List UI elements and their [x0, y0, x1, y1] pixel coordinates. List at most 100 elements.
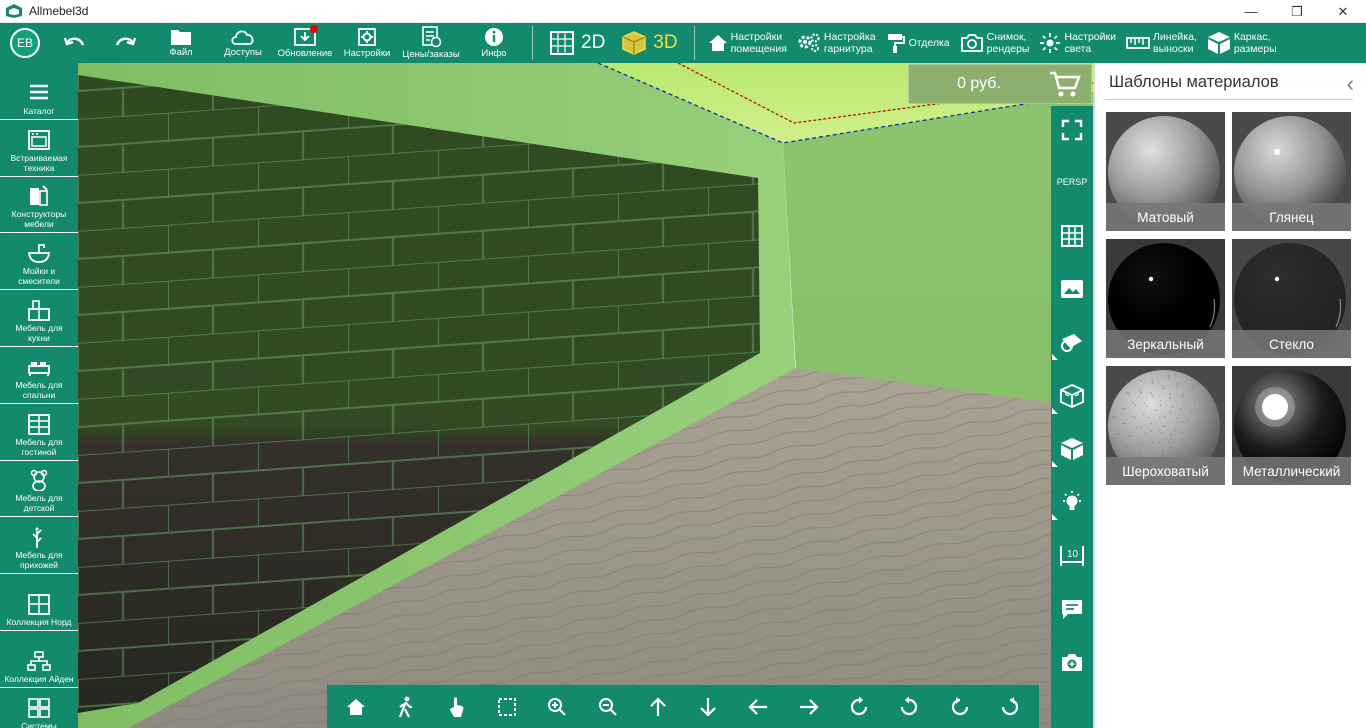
material-tile-rough[interactable]: Шероховатый: [1106, 366, 1225, 485]
settings-button[interactable]: Настройки: [336, 23, 398, 63]
frame-sizes-button[interactable]: Каркас, размеры: [1202, 23, 1282, 63]
rotate-ccw-vertical-button[interactable]: [940, 687, 980, 727]
settings-icon: [358, 28, 376, 46]
collapse-panel-icon[interactable]: ‹: [1347, 71, 1354, 97]
zoom-in-icon: [548, 697, 566, 716]
price-display[interactable]: 0 руб.: [908, 64, 1092, 104]
sidebar-item[interactable]: Мебель для детской: [0, 461, 78, 518]
grid-floor-button[interactable]: [1051, 216, 1093, 256]
sidebar-item-label: Мебель для: [15, 550, 63, 561]
finish-button[interactable]: Отделка: [881, 23, 955, 63]
sidebar-item[interactable]: Мебель для спальни: [0, 347, 78, 404]
sidebar-item[interactable]: Мебель для гостиной: [0, 404, 78, 461]
sidebar-item[interactable]: Каталог: [0, 63, 78, 120]
light-icon: [1040, 33, 1061, 53]
set-settings-button[interactable]: Настройка гарнитура: [792, 23, 881, 63]
toolbar-divider: [693, 26, 695, 60]
sidebar-item-label: мебели: [24, 219, 54, 230]
notification-dot-icon: [310, 25, 318, 33]
sidebar-item[interactable]: Системыхранения: [0, 688, 78, 728]
sidebar-item-label: спальни: [22, 389, 56, 400]
info-button[interactable]: Инфо: [464, 23, 524, 63]
move-right-button[interactable]: [789, 687, 829, 727]
redo-button[interactable]: [100, 23, 150, 63]
mode-2d-button[interactable]: 2D: [541, 23, 613, 63]
sidebar-item-label: Коллекция Норд: [6, 616, 72, 627]
light-settings-button[interactable]: Настройки света: [1034, 23, 1121, 63]
dimensions-button[interactable]: 10: [1051, 536, 1093, 576]
rulers-button[interactable]: Линейка, выноски: [1121, 23, 1202, 63]
box-icon: [1207, 32, 1230, 54]
solid-box-button[interactable]: [1051, 429, 1093, 469]
sidebar-item[interactable]: Мойки и смесители: [0, 233, 78, 291]
submenu-marker-icon: [1052, 514, 1058, 520]
sidebar-item-label: Системы: [21, 720, 57, 728]
background-image-button[interactable]: [1051, 269, 1093, 309]
sidebar-item-label: детской: [23, 503, 55, 514]
fullscreen-button[interactable]: [1051, 110, 1093, 150]
move-left-button[interactable]: [738, 687, 778, 727]
snapshot-button[interactable]: Снимок, рендеры: [955, 23, 1035, 63]
panel-divider: [1105, 99, 1353, 100]
material-tile-mirror[interactable]: Зеркальный: [1106, 239, 1225, 358]
rotate-right-icon: [901, 696, 918, 715]
move-up-button[interactable]: [638, 687, 678, 727]
material-tile-matte[interactable]: Матовый: [1106, 112, 1225, 231]
access-button[interactable]: Доступы: [212, 23, 274, 63]
home-view-button[interactable]: [336, 687, 376, 727]
select-area-button[interactable]: [487, 687, 527, 727]
room-settings-button[interactable]: Настройки помещения: [703, 23, 792, 63]
minimize-button[interactable]: —: [1228, 0, 1274, 23]
zoom-in-button[interactable]: [537, 687, 577, 727]
textures-button[interactable]: [1051, 322, 1093, 362]
panel-title: Шаблоны материалов: [1109, 73, 1279, 91]
submenu-marker-icon: [1052, 354, 1058, 360]
sidebar-item[interactable]: Коллекция Норд: [0, 574, 78, 631]
prices-orders-button[interactable]: Цены/заказы: [398, 23, 464, 63]
walk-mode-button[interactable]: [386, 687, 426, 727]
sidebar-item[interactable]: Встраиваемая техника: [0, 120, 78, 177]
rotate-cw-vertical-button[interactable]: [990, 687, 1030, 727]
app-logo-icon: [6, 4, 22, 18]
zoom-out-button[interactable]: [588, 687, 628, 727]
window-title: Allmebel3d: [29, 4, 89, 18]
price-list-icon: [422, 26, 442, 48]
material-tile-metal[interactable]: Металлический: [1232, 366, 1351, 485]
rotate-cw-horizontal-button[interactable]: [889, 687, 929, 727]
lighting-button[interactable]: [1051, 482, 1093, 522]
teddy-icon: [30, 470, 48, 492]
file-button[interactable]: Файл: [150, 23, 212, 63]
sidebar-item-label: Коллекция Айден: [4, 673, 74, 684]
sidebar-item-label: Мебель для: [15, 322, 63, 333]
update-button[interactable]: Обновление: [274, 23, 336, 63]
sidebar-item[interactable]: Коллекция Айден: [0, 631, 78, 688]
wireframe-box-button[interactable]: [1051, 376, 1093, 416]
material-tile-glass[interactable]: Стекло: [1232, 239, 1351, 358]
undo-button[interactable]: [50, 23, 100, 63]
close-button[interactable]: ✕: [1320, 0, 1366, 23]
sidebar-item[interactable]: Мебель для прихожей: [0, 517, 78, 575]
viewport-3d[interactable]: 0 руб. PERSP 10: [78, 63, 1093, 728]
move-down-button[interactable]: [688, 687, 728, 727]
arrow-left-icon: [748, 698, 768, 715]
fullscreen-icon: [1061, 119, 1083, 141]
rotate-left-icon: [850, 696, 868, 715]
submenu-marker-icon: [1052, 408, 1058, 414]
add-camera-button[interactable]: [1051, 642, 1093, 682]
user-avatar[interactable]: EB: [10, 28, 40, 58]
home-icon: [347, 698, 366, 715]
zoom-out-icon: [598, 697, 617, 716]
rotate-ccw-horizontal-button[interactable]: [839, 687, 879, 727]
mode-3d-button[interactable]: 3D: [613, 23, 685, 63]
pan-button[interactable]: [437, 687, 477, 727]
selection-icon: [497, 697, 516, 716]
catalog-sidebar: Каталог Встраиваемая техника Конструкторы ме…: [0, 63, 78, 728]
sidebar-item[interactable]: Мебель для кухни: [0, 290, 78, 347]
restore-button[interactable]: ❐: [1274, 0, 1320, 23]
sidebar-item[interactable]: Конструкторы мебели: [0, 177, 78, 234]
annotations-button[interactable]: [1051, 589, 1093, 629]
kitchen-icon: [28, 300, 50, 321]
perspective-toggle[interactable]: PERSP: [1051, 162, 1093, 202]
arrow-up-icon: [650, 696, 666, 716]
material-tile-gloss[interactable]: Глянец: [1232, 112, 1351, 231]
